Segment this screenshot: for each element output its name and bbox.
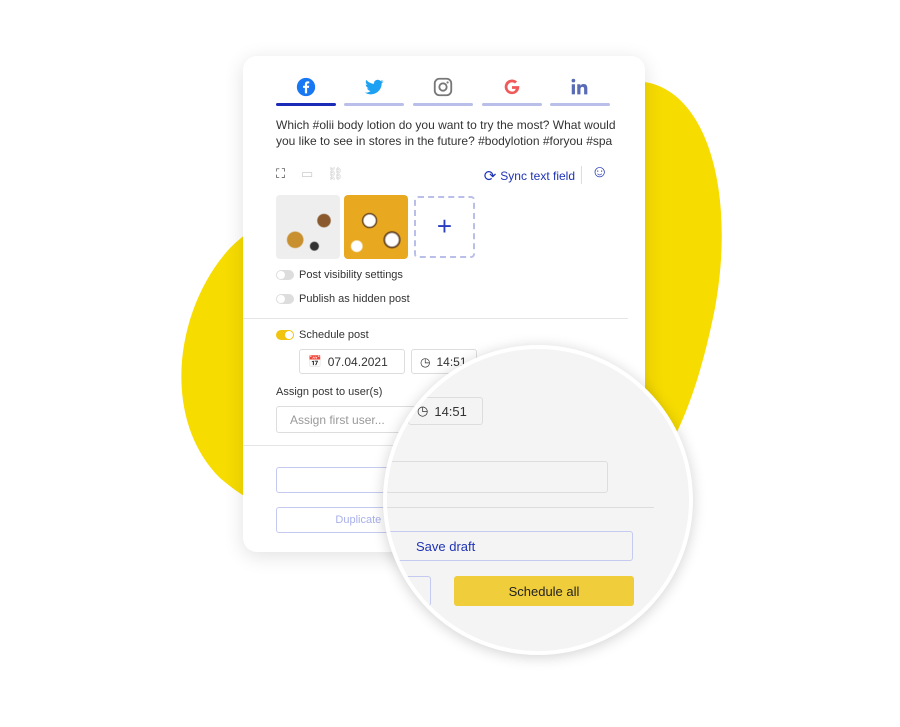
schedule-all-button[interactable]: Schedule all (454, 576, 634, 606)
visibility-toggle[interactable] (276, 270, 294, 280)
instagram-icon (433, 77, 453, 97)
sync-icon: ⟳ (483, 168, 497, 185)
link-icon[interactable]: ⛓ (327, 166, 344, 182)
time-field-zoomed[interactable]: ◷ 14:51 (408, 397, 483, 425)
image-thumbnail[interactable] (276, 195, 340, 259)
linkedin-icon (571, 78, 588, 95)
post-text[interactable]: Which #olii body lotion do you want to t… (276, 117, 621, 149)
add-image-button[interactable]: + (414, 196, 475, 258)
hidden-post-label: Publish as hidden post (299, 293, 410, 305)
video-icon[interactable]: ▭ (301, 166, 313, 182)
schedule-toggle[interactable] (276, 330, 294, 340)
crop-icon[interactable]: ⛶ (276, 166, 285, 182)
tab-instagram[interactable] (413, 76, 473, 106)
tab-linkedin[interactable] (550, 76, 610, 106)
google-icon (504, 79, 520, 95)
assign-label: Assign post to user(s) (276, 386, 383, 398)
tab-facebook[interactable] (276, 76, 336, 106)
divider (243, 318, 628, 319)
clock-icon: ◷ (417, 403, 429, 418)
secondary-button[interactable] (387, 576, 431, 606)
assign-user-input[interactable]: Assign first user... (276, 406, 416, 433)
image-thumbnail[interactable] (344, 195, 408, 259)
divider (581, 166, 582, 184)
divider (387, 507, 654, 508)
calendar-icon: 📅 (308, 356, 322, 368)
date-field[interactable]: 📅 07.04.2021 (299, 349, 405, 374)
emoji-icon[interactable]: ☺ (591, 162, 608, 182)
tab-google[interactable] (482, 76, 542, 106)
clock-icon: ◷ (420, 354, 431, 369)
twitter-icon (364, 79, 384, 95)
magnifier-lens: ◷ 14:51 Save draft Schedule all (383, 345, 693, 655)
schedule-label: Schedule post (299, 329, 369, 341)
facebook-icon (296, 77, 316, 97)
tab-twitter[interactable] (344, 76, 404, 106)
hidden-post-toggle[interactable] (276, 294, 294, 304)
sync-text-field-button[interactable]: ⟳ Sync text field (484, 167, 575, 185)
visibility-label: Post visibility settings (299, 269, 403, 281)
text-input-zoomed[interactable] (387, 461, 608, 493)
save-draft-button[interactable]: Save draft (387, 531, 633, 561)
